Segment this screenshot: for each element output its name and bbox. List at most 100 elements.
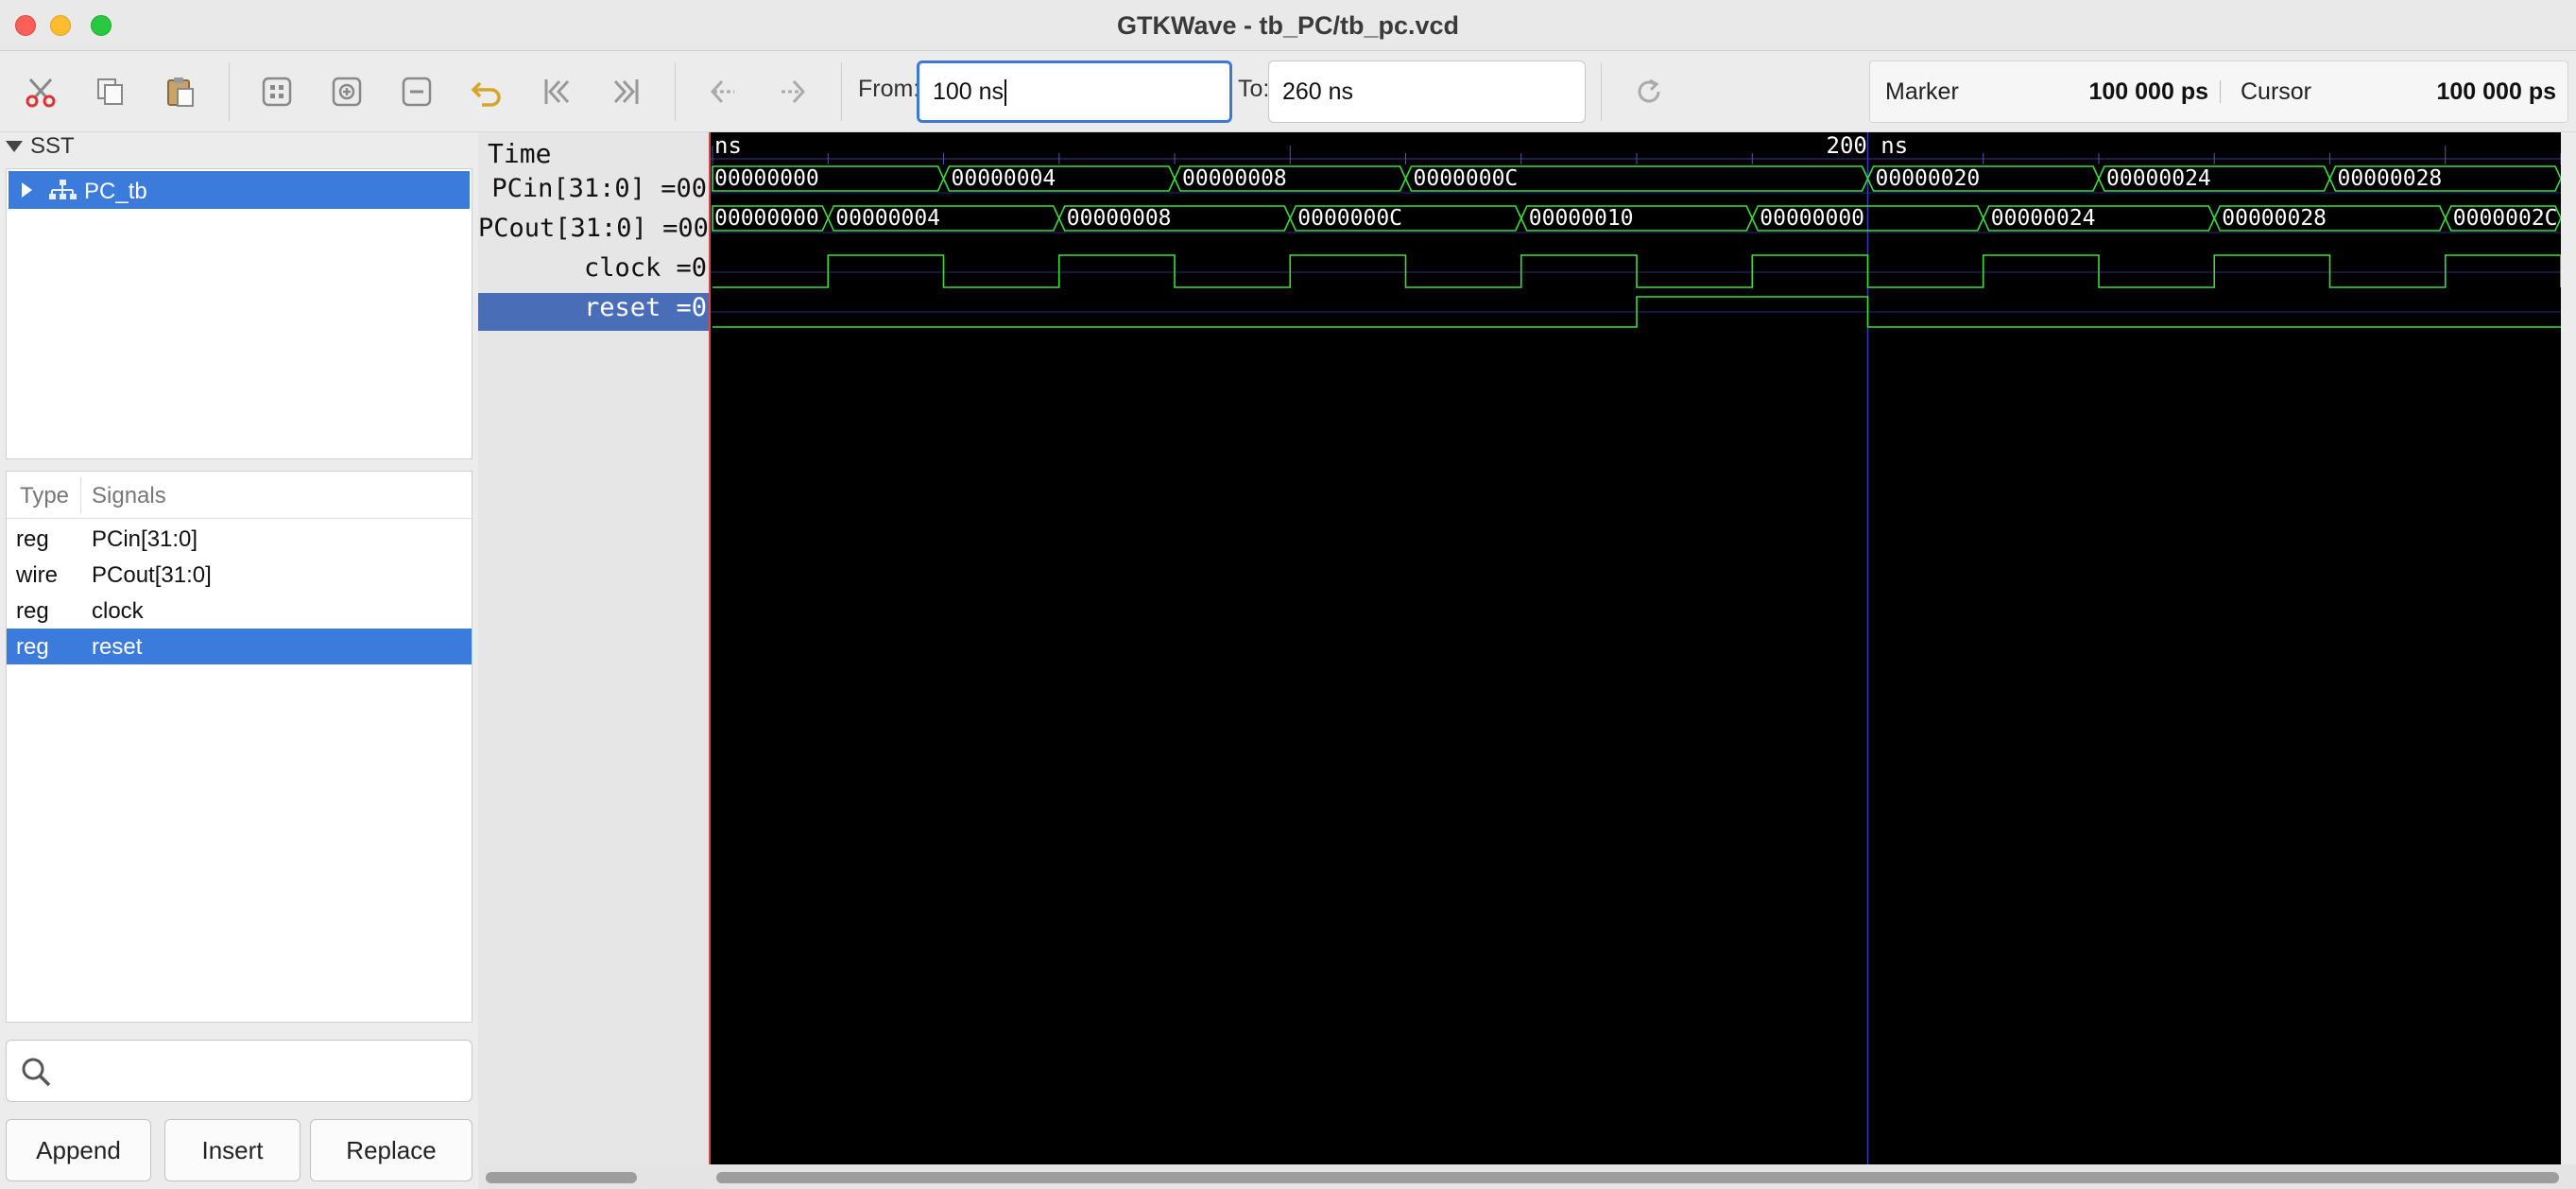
ruler-label-left: ns	[714, 132, 742, 159]
wave-name-row[interactable]: clock =0	[478, 253, 709, 291]
names-hscrollbar[interactable]	[478, 1164, 709, 1189]
signal-name: reset	[92, 634, 143, 660]
pcout-value-label: 00000000	[714, 206, 819, 231]
signal-row-selected[interactable]: reg reset	[7, 629, 472, 664]
from-time-input[interactable]: 100 ns	[917, 60, 1232, 123]
wave-signal-name: clock	[583, 253, 661, 283]
pcin-value-label: 00000000	[714, 166, 819, 191]
pcin-value-label: 00000008	[1182, 166, 1287, 191]
marker-cursor-panel: Marker 100 000 ps Cursor 100 000 ps	[1869, 60, 2568, 123]
signal-row[interactable]: reg PCin[31:0]	[7, 521, 472, 557]
signal-type: reg	[16, 634, 49, 660]
reload-icon[interactable]	[1627, 70, 1671, 113]
zoom-in-icon[interactable]	[325, 70, 369, 113]
signal-name: PCout[31:0]	[92, 562, 212, 588]
tree-item-pc-tb[interactable]: PC_tb	[9, 171, 470, 209]
wave-name-row[interactable]: PCin[31:0] =00	[478, 174, 709, 212]
pcout-value-label: 00000028	[2222, 206, 2327, 231]
from-time-value: 100 ns	[933, 78, 1005, 105]
find-next-edge-icon[interactable]	[771, 70, 815, 113]
wave-name-row-selected[interactable]: reset =0	[478, 293, 709, 331]
signal-type: reg	[16, 598, 49, 624]
wave-signal-name: PCout[31:0]	[478, 214, 647, 243]
vertical-scrollbar[interactable]	[2561, 132, 2576, 1164]
wave-signal-name: reset	[583, 293, 661, 322]
signal-search-input[interactable]	[6, 1040, 472, 1102]
tree-item-label: PC_tb	[84, 179, 147, 204]
toolbar: From: 100 ns To: 260 ns Marker 100 000 p…	[0, 51, 2576, 132]
pcout-value-label: 00000024	[1991, 206, 2096, 231]
toolbar-separator	[675, 62, 676, 121]
marker-label: Marker	[1885, 78, 1959, 105]
signal-row[interactable]: wire PCout[31:0]	[7, 557, 472, 593]
gtkwave-window: GTKWave - tb_PC/tb_pc.vcd From: 100 ns T…	[0, 0, 2576, 1189]
insert-button[interactable]: Insert	[164, 1119, 301, 1181]
find-prev-edge-icon[interactable]	[701, 70, 745, 113]
pcout-value-label: 0000000C	[1297, 206, 1402, 231]
scrollbar-thumb[interactable]	[716, 1172, 2559, 1183]
sst-header[interactable]: SST	[6, 132, 75, 161]
copy-icon[interactable]	[89, 70, 132, 113]
pcin-value-label: 00000028	[2338, 166, 2443, 191]
toolbar-separator	[841, 62, 842, 121]
expander-open-icon	[6, 141, 23, 152]
hierarchy-icon	[48, 179, 77, 208]
append-button[interactable]: Append	[6, 1119, 151, 1181]
window-title: GTKWave - tb_PC/tb_pc.vcd	[1116, 11, 1460, 40]
wave-hscrollbar[interactable]	[709, 1164, 2576, 1189]
search-icon	[22, 1058, 51, 1087]
to-time-value: 260 ns	[1282, 78, 1354, 105]
to-time-input[interactable]: 260 ns	[1268, 60, 1586, 123]
wave-signal-name: PCin[31:0]	[491, 174, 645, 203]
from-label: From:	[858, 76, 920, 102]
cursor-label: Cursor	[2241, 78, 2312, 105]
pcin-value-label: 00000024	[2106, 166, 2211, 191]
column-divider	[80, 477, 81, 513]
signal-type: reg	[16, 526, 49, 552]
zoom-out-icon[interactable]	[395, 70, 438, 113]
title-bar: GTKWave - tb_PC/tb_pc.vcd	[0, 0, 2576, 51]
zoom-to-start-icon[interactable]	[535, 70, 578, 113]
scrollbar-thumb[interactable]	[486, 1172, 637, 1183]
signal-name: PCin[31:0]	[92, 526, 198, 552]
text-caret	[1005, 79, 1007, 107]
cursor-value: 100 000 ps	[2436, 78, 2557, 105]
expander-closed-icon[interactable]	[22, 182, 32, 198]
signals-column-header[interactable]: Signals	[92, 483, 166, 509]
signal-type: wire	[16, 562, 59, 588]
pcin-value-label: 00000004	[952, 166, 1056, 191]
clock-wave	[713, 254, 2561, 288]
undo-icon[interactable]	[465, 70, 508, 113]
cut-icon[interactable]	[19, 70, 62, 113]
marker-cursor-divider	[2220, 80, 2221, 103]
pcout-value-label: 00000004	[835, 206, 940, 231]
replace-button[interactable]: Replace	[310, 1119, 472, 1181]
toolbar-separator	[229, 62, 230, 121]
wave-signal-value: =0	[676, 293, 707, 322]
pcin-value-label: 00000020	[1876, 166, 1981, 191]
signals-list-header: Type Signals	[7, 472, 472, 519]
signal-name: clock	[92, 598, 144, 624]
pcout-value-label: 00000000	[1760, 206, 1864, 231]
paste-icon[interactable]	[159, 70, 202, 113]
marker-value: 100 000 ps	[2088, 78, 2209, 105]
zoom-fit-icon[interactable]	[255, 70, 299, 113]
wave-signal-names: Time PCin[31:0] =00 PCout[31:0] =00 cloc…	[478, 132, 709, 1164]
pcout-value-label: 00000008	[1067, 206, 1172, 231]
wave-name-row[interactable]: PCout[31:0] =00	[478, 214, 709, 251]
type-column-header[interactable]: Type	[20, 483, 69, 509]
wave-signal-value: =00	[662, 214, 709, 243]
pcout-value-label: 0000002C	[2453, 206, 2558, 231]
signals-list: Type Signals reg PCin[31:0] wire PCout[31:…	[6, 471, 472, 1023]
toolbar-separator	[1601, 62, 1602, 121]
waveform-canvas: ns 200 ns00000000 00000004 00000008 0000000C…	[711, 132, 2561, 1164]
sst-tree: PC_tb	[6, 168, 472, 459]
pcin-value-label: 0000000C	[1414, 166, 1519, 191]
wave-signal-value: =0	[676, 253, 707, 283]
wave-signal-value: =00	[661, 174, 707, 203]
signal-row[interactable]: reg clock	[7, 593, 472, 629]
time-label: Time	[488, 138, 552, 169]
waveform-view[interactable]: ns 200 ns 00000000 00000004 00000008 0000000C…	[709, 132, 2561, 1164]
sst-title: SST	[30, 133, 75, 159]
zoom-to-end-icon[interactable]	[605, 70, 648, 113]
